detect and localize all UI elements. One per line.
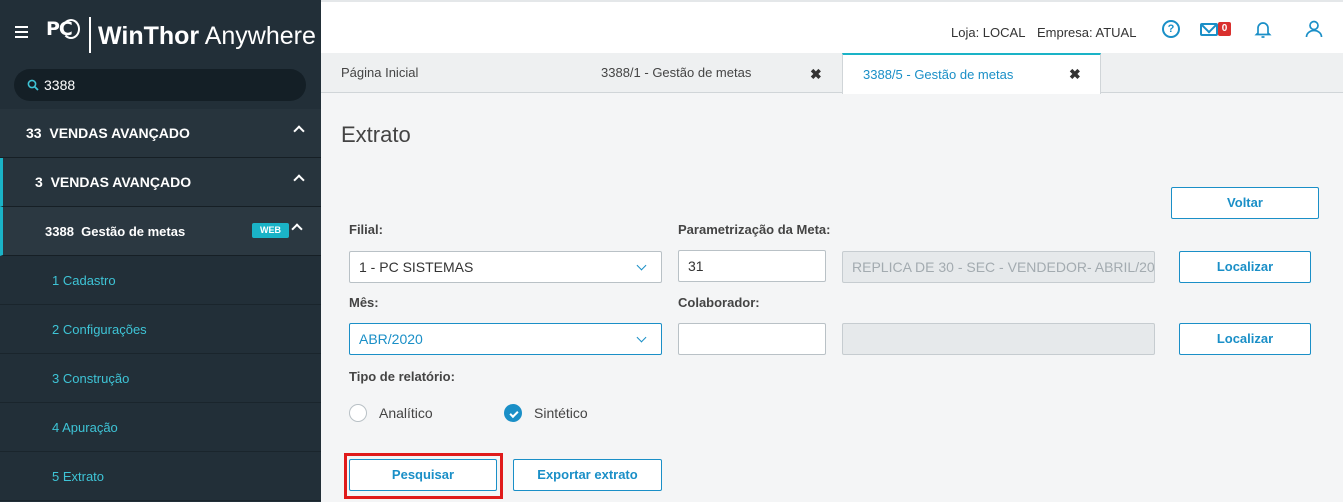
sidebar-item-label: 3 Construção [52,370,130,386]
close-tab-icon[interactable]: ✖ [1069,66,1081,83]
tab-3388-5[interactable]: 3388/5 - Gestão de metas [842,53,1101,94]
localizar-colaborador-button[interactable]: Localizar [1179,323,1311,355]
sidebar-item-configuracoes[interactable]: 2 Configurações [0,305,321,354]
chevron-up-icon [293,174,305,186]
menu-group-label: 3 VENDAS AVANÇADO [35,174,192,190]
empresa-label: Empresa: ATUAL [1037,25,1137,40]
loja-label: Loja: LOCAL [951,25,1026,40]
close-tab-icon[interactable]: ✖ [810,66,822,83]
parametrizacao-description-field [842,251,1155,283]
radio-label: Analítico [379,405,433,421]
colaborador-description-field [842,323,1155,355]
menu-group-3[interactable]: 3 VENDAS AVANÇADO [0,158,321,207]
radio-unchecked-icon [349,404,367,422]
menu-search [14,69,306,101]
menu-routine-label: 3388 Gestão de metas [45,223,186,239]
colaborador-label: Colaborador: [678,295,760,310]
sidebar-item-apuracao[interactable]: 4 Apuração [0,403,321,452]
sidebar: PC WinThor Anywhere 33 VENDAS AVANÇADO 3… [0,0,321,502]
brand-separator [89,17,91,53]
mail-count-badge: 0 [1218,22,1231,36]
mes-label: Mês: [349,295,379,310]
sidebar-item-extrato[interactable]: 5 Extrato [0,452,321,501]
radio-analitico[interactable]: Analítico [349,402,469,424]
web-badge: WEB [252,223,289,238]
sidebar-item-cadastro[interactable]: 1 Cadastro [0,256,321,305]
tab-3388-1[interactable]: 3388/1 - Gestão de metas [601,53,751,93]
radio-sintetico[interactable]: Sintético [504,402,624,424]
pc-logo: PC [46,18,80,48]
chevron-down-icon [636,332,647,343]
main-area: Loja: LOCAL Empresa: ATUAL ? 0 Página In… [321,0,1343,502]
menu-routine-3388[interactable]: 3388 Gestão de metas WEB [0,207,321,256]
search-icon [27,79,39,91]
mes-select[interactable]: ABR/2020 [349,323,662,355]
sidebar-item-label: 2 Configurações [52,321,147,337]
user-icon[interactable] [1304,19,1324,39]
chevron-up-icon [293,125,305,137]
sidebar-item-label: 4 Apuração [52,419,118,435]
colaborador-code-input[interactable] [678,323,826,355]
exportar-extrato-button[interactable]: Exportar extrato [513,459,662,491]
sidebar-item-construcao[interactable]: 3 Construção [0,354,321,403]
chevron-up-icon [291,223,303,235]
tab-home[interactable]: Página Inicial [341,53,418,93]
sidebar-item-label: 5 Extrato [52,468,105,484]
menu-group-33[interactable]: 33 VENDAS AVANÇADO [0,109,321,158]
parametrizacao-code-input[interactable] [678,250,826,282]
help-icon[interactable]: ? [1162,20,1180,38]
tab-bar: Página Inicial 3388/1 - Gestão de metas … [321,53,1343,94]
page-title: Extrato [341,122,411,147]
pesquisar-button[interactable]: Pesquisar [349,459,497,491]
extrato-form: Extrato Voltar Filial: 1 - PC SISTEMAS P… [321,94,1343,502]
app-name: WinThor Anywhere [98,22,316,50]
filial-label: Filial: [349,222,383,237]
top-bar: Loja: LOCAL Empresa: ATUAL ? 0 [321,0,1343,53]
radio-label: Sintético [534,405,588,421]
localizar-meta-button[interactable]: Localizar [1179,251,1311,283]
brand-header: PC WinThor Anywhere [0,0,321,64]
app-window: PC WinThor Anywhere 33 VENDAS AVANÇADO 3… [0,0,1343,502]
radio-checked-icon [504,404,522,422]
mail-icon[interactable] [1200,23,1218,36]
hamburger-menu-icon[interactable] [15,26,28,38]
bell-icon[interactable] [1253,19,1273,39]
menu-group-label: 33 VENDAS AVANÇADO [26,125,190,141]
chevron-down-icon [636,260,647,271]
filial-select[interactable]: 1 - PC SISTEMAS [349,251,662,283]
voltar-button[interactable]: Voltar [1171,187,1319,219]
tipo-relatorio-label: Tipo de relatório: [349,369,455,384]
parametrizacao-label: Parametrização da Meta: [678,222,831,237]
sidebar-item-label: 1 Cadastro [52,272,116,288]
menu-search-input[interactable] [44,69,294,101]
